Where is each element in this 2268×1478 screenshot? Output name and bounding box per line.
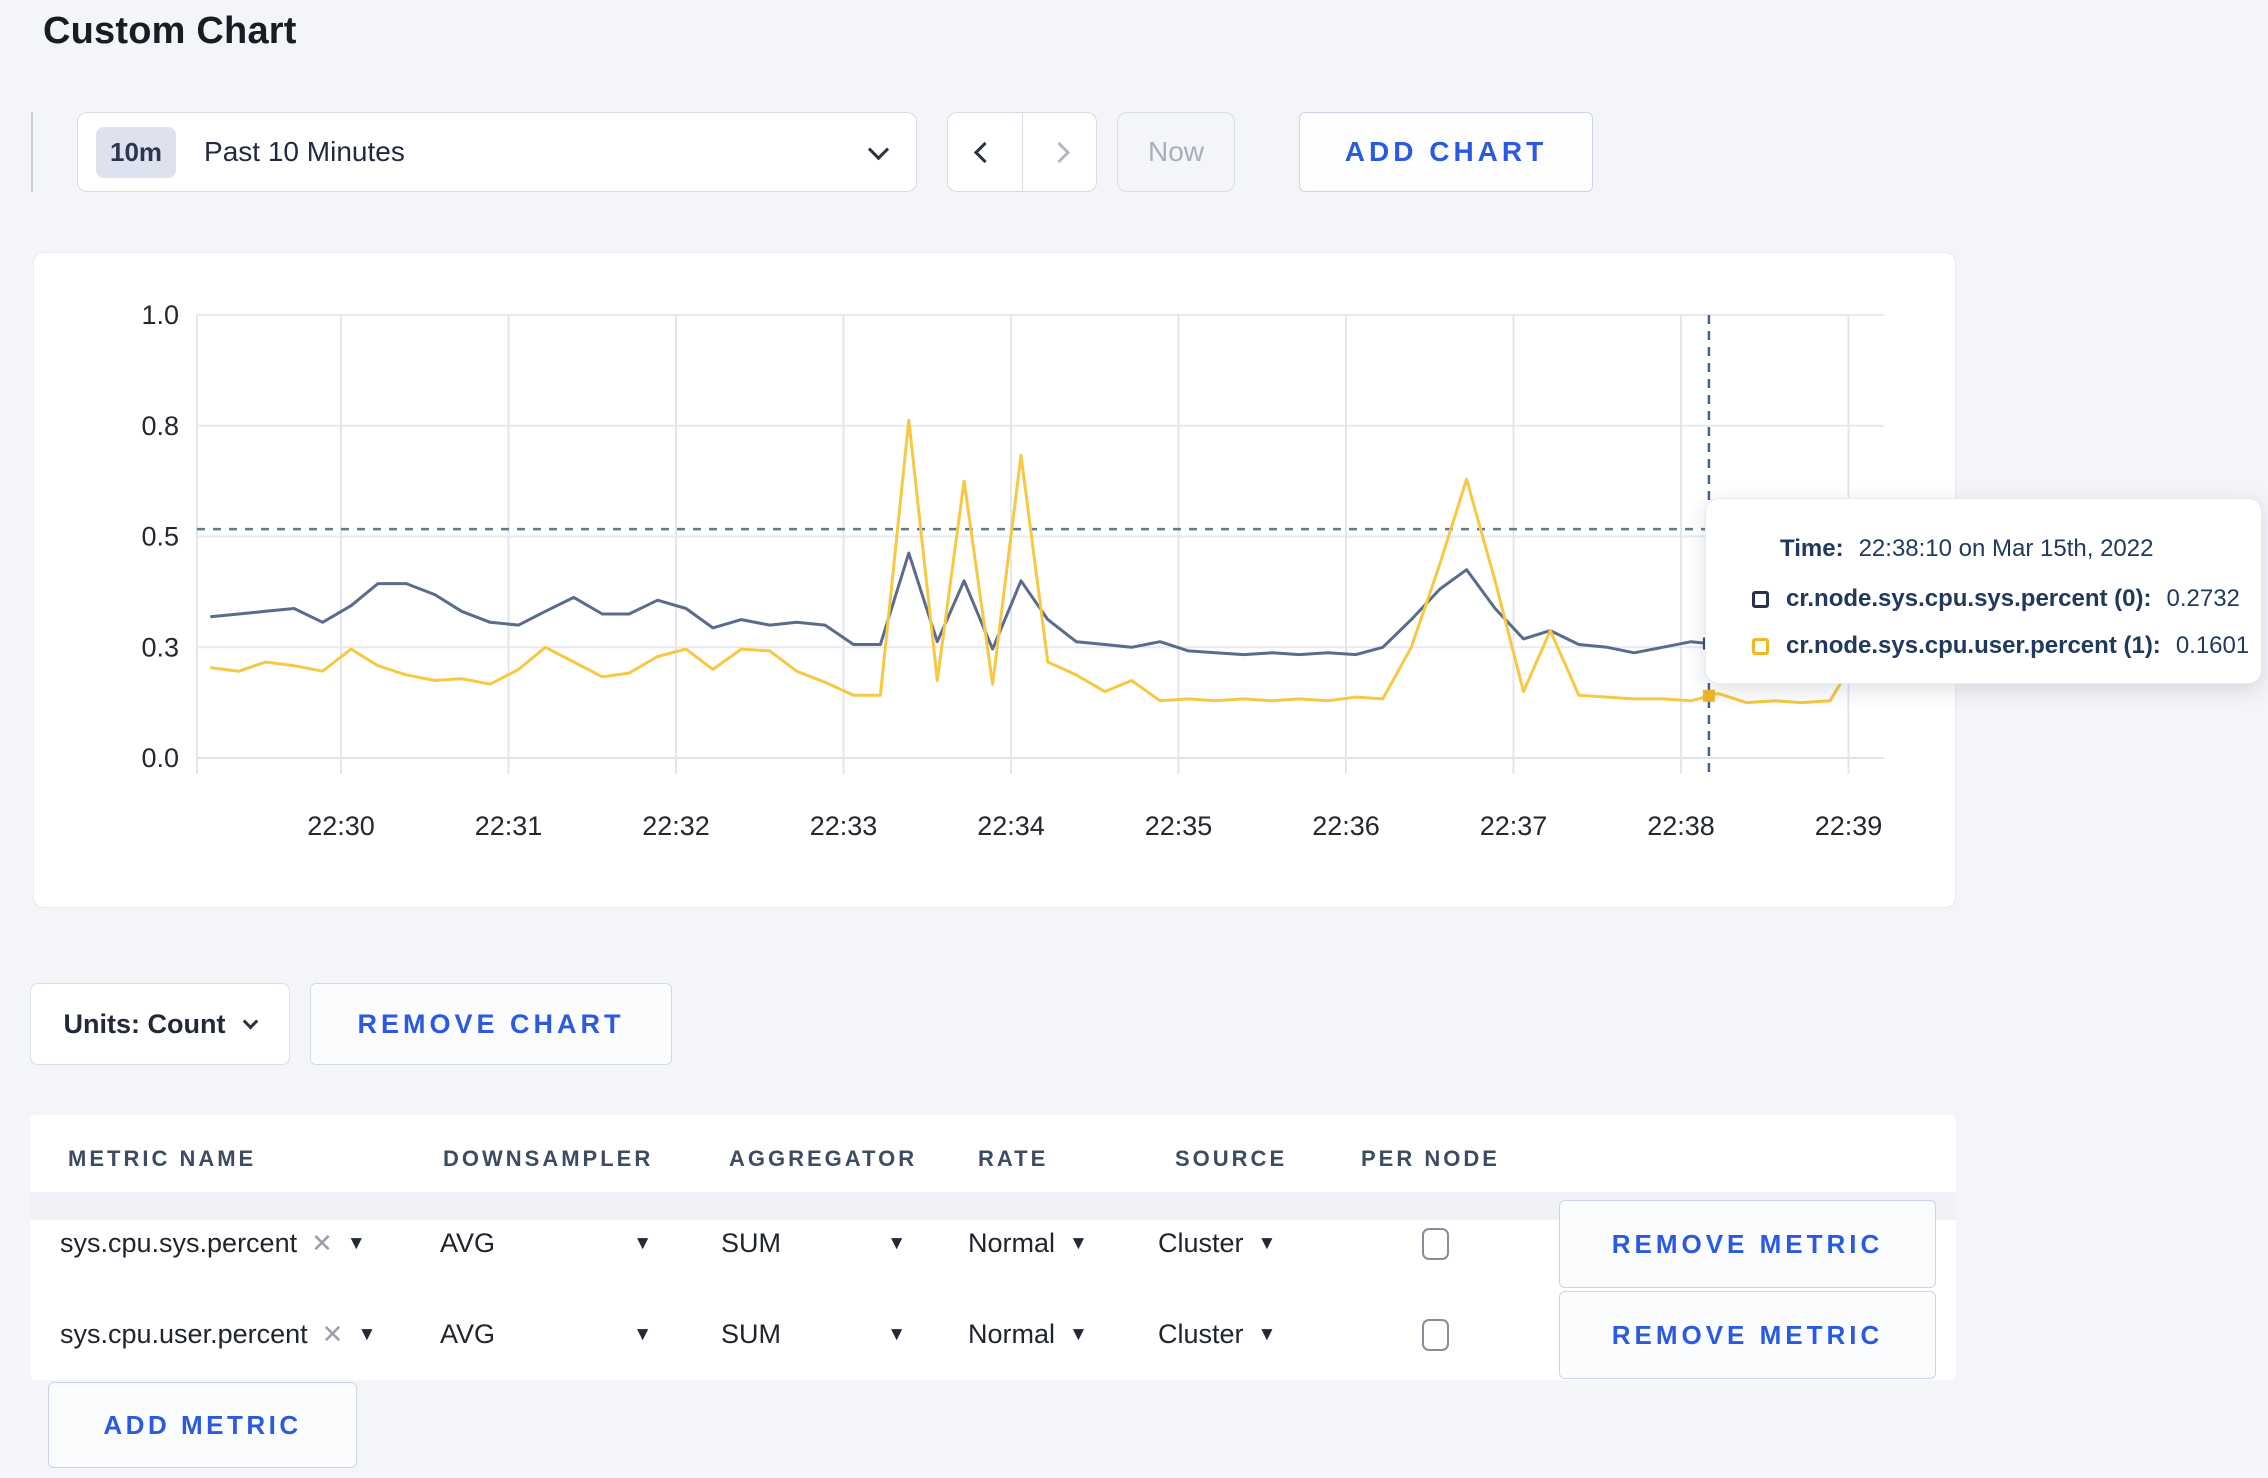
- per-node-checkbox[interactable]: [1422, 1228, 1449, 1260]
- caret-down-icon: ▼: [357, 1323, 377, 1345]
- rate-select[interactable]: Normal ▼: [968, 1319, 1088, 1350]
- caret-down-icon: ▼: [1257, 1232, 1277, 1254]
- metric-name-value: sys.cpu.sys.percent: [60, 1228, 298, 1258]
- tooltip-series-label: cr.node.sys.cpu.user.percent (1):: [1786, 632, 2161, 659]
- column-header-aggregator: AGGREGATOR: [729, 1146, 918, 1171]
- remove-metric-button[interactable]: REMOVE METRIC: [1559, 1200, 1936, 1288]
- svg-text:22:30: 22:30: [307, 811, 375, 841]
- time-next-button[interactable]: [1023, 113, 1097, 191]
- clear-metric-icon[interactable]: ✕: [322, 1319, 344, 1350]
- downsampler-value: AVG: [440, 1319, 496, 1349]
- aggregator-value: SUM: [721, 1228, 781, 1258]
- rate-value: Normal: [968, 1319, 1056, 1349]
- caret-down-icon: ▼: [633, 1232, 652, 1254]
- chevron-down-icon: [243, 1013, 259, 1029]
- units-label: Units: Count: [63, 1008, 226, 1039]
- column-header-per-node: PER NODE: [1361, 1146, 1500, 1171]
- tooltip-time-value: 22:38:10 on Mar 15th, 2022: [1858, 535, 2154, 562]
- clear-metric-icon[interactable]: ✕: [311, 1228, 333, 1259]
- column-header-metric-name: METRIC NAME: [68, 1146, 257, 1171]
- tooltip-time-label: Time:: [1780, 535, 1844, 562]
- rate-select[interactable]: Normal ▼: [968, 1228, 1088, 1259]
- per-node-checkbox[interactable]: [1422, 1319, 1449, 1351]
- caret-down-icon: ▼: [1069, 1323, 1088, 1345]
- column-header-source: SOURCE: [1175, 1146, 1288, 1171]
- svg-text:22:36: 22:36: [1312, 811, 1380, 841]
- chevron-down-icon: [867, 138, 890, 160]
- aggregator-select[interactable]: SUM ▼: [721, 1228, 906, 1259]
- remove-chart-button[interactable]: REMOVE CHART: [310, 983, 672, 1065]
- tooltip-series-value: 0.1601: [2175, 632, 2250, 659]
- caret-down-icon: ▼: [1069, 1232, 1088, 1254]
- tooltip-series-label: cr.node.sys.cpu.sys.percent (0):: [1786, 585, 2152, 612]
- downsampler-select[interactable]: AVG ▼: [440, 1319, 652, 1350]
- chevron-left-icon: [974, 141, 996, 163]
- caret-down-icon: ▼: [346, 1232, 366, 1254]
- chart-tooltip: Time: 22:38:10 on Mar 15th, 2022 cr.node…: [1705, 498, 2262, 684]
- remove-metric-button[interactable]: REMOVE METRIC: [1559, 1291, 1936, 1379]
- series-swatch-icon: [1752, 637, 1769, 655]
- chevron-right-icon: [1048, 141, 1070, 163]
- tooltip-series-row: cr.node.sys.cpu.sys.percent (0): 0.2732: [1752, 585, 2240, 613]
- svg-text:0.8: 0.8: [141, 411, 179, 441]
- svg-text:22:37: 22:37: [1480, 811, 1548, 841]
- svg-text:22:32: 22:32: [642, 811, 710, 841]
- svg-text:22:35: 22:35: [1145, 811, 1213, 841]
- svg-text:0.3: 0.3: [141, 632, 179, 662]
- tooltip-series-value: 0.2732: [2166, 585, 2240, 612]
- source-value: Cluster: [1158, 1228, 1244, 1258]
- time-nav-group: [947, 112, 1097, 192]
- caret-down-icon: ▼: [633, 1323, 652, 1345]
- svg-text:22:31: 22:31: [475, 811, 543, 841]
- svg-text:0.5: 0.5: [141, 522, 179, 552]
- add-metric-button[interactable]: ADD METRIC: [48, 1382, 357, 1468]
- tooltip-time-row: Time: 22:38:10 on Mar 15th, 2022: [1780, 535, 2153, 563]
- tooltip-series-row: cr.node.sys.cpu.user.percent (1): 0.1601: [1752, 632, 2249, 660]
- metric-name-value: sys.cpu.user.percent: [60, 1319, 308, 1349]
- aggregator-value: SUM: [721, 1319, 781, 1349]
- svg-text:22:39: 22:39: [1815, 811, 1883, 841]
- page-title: Custom Chart: [43, 10, 297, 52]
- time-range-badge: 10m: [96, 126, 177, 178]
- downsampler-select[interactable]: AVG ▼: [440, 1228, 652, 1259]
- source-select[interactable]: Cluster ▼: [1158, 1228, 1276, 1259]
- chart-card: 1.0 0.8 0.5 0.3 0.0 22:30 22:31 22:32 22:33 22:34…: [33, 252, 1956, 908]
- metric-name-select[interactable]: sys.cpu.sys.percent ✕ ▼: [60, 1228, 366, 1259]
- time-range-label: Past 10 Minutes: [204, 136, 405, 167]
- toolbar-divider: [31, 112, 33, 192]
- now-button[interactable]: Now: [1117, 112, 1235, 192]
- caret-down-icon: ▼: [1257, 1323, 1277, 1345]
- rate-value: Normal: [968, 1228, 1056, 1258]
- time-range-select[interactable]: 10m Past 10 Minutes: [77, 112, 917, 192]
- source-value: Cluster: [1158, 1319, 1244, 1349]
- column-header-downsampler: DOWNSAMPLER: [443, 1146, 654, 1171]
- add-chart-button[interactable]: ADD CHART: [1299, 112, 1593, 192]
- svg-text:1.0: 1.0: [141, 300, 179, 330]
- downsampler-value: AVG: [440, 1228, 496, 1258]
- svg-text:22:34: 22:34: [977, 811, 1045, 841]
- svg-text:22:33: 22:33: [810, 811, 878, 841]
- svg-text:0.0: 0.0: [141, 743, 179, 773]
- time-prev-button[interactable]: [948, 113, 1023, 191]
- caret-down-icon: ▼: [887, 1232, 906, 1254]
- series-swatch-icon: [1752, 590, 1769, 608]
- source-select[interactable]: Cluster ▼: [1158, 1319, 1276, 1350]
- caret-down-icon: ▼: [887, 1323, 906, 1345]
- metric-name-select[interactable]: sys.cpu.user.percent ✕ ▼: [60, 1319, 376, 1350]
- aggregator-select[interactable]: SUM ▼: [721, 1319, 906, 1350]
- units-select[interactable]: Units: Count: [30, 983, 290, 1065]
- column-header-rate: RATE: [978, 1146, 1049, 1171]
- line-chart[interactable]: 1.0 0.8 0.5 0.3 0.0 22:30 22:31 22:32 22:33 22:34…: [34, 253, 1957, 909]
- svg-text:22:38: 22:38: [1647, 811, 1715, 841]
